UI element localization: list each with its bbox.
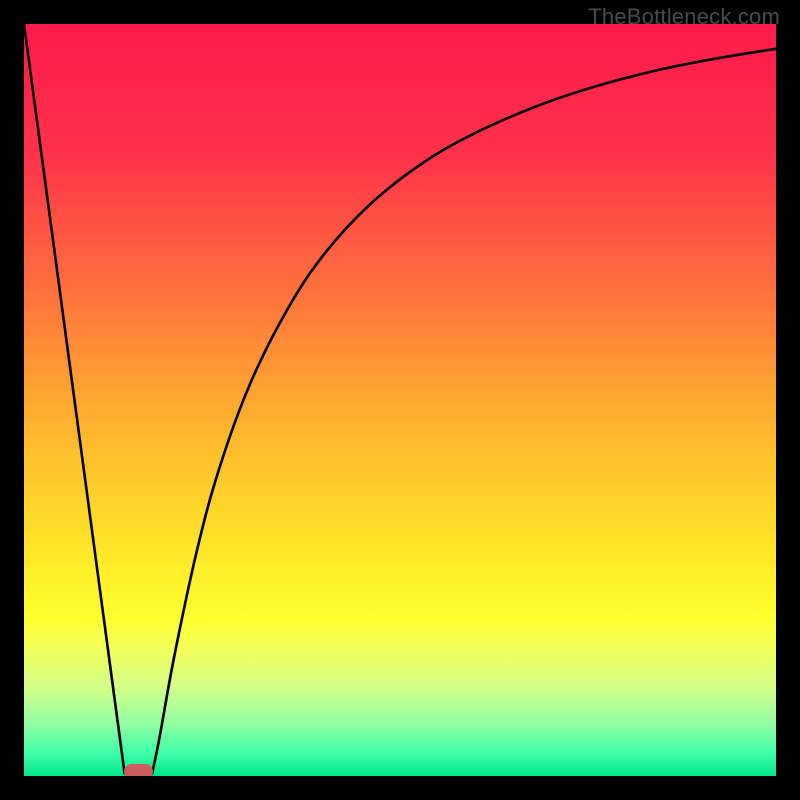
min-marker — [124, 764, 153, 776]
watermark-text: TheBottleneck.com — [588, 4, 780, 30]
plot-area — [24, 24, 776, 776]
curve-right-branch — [152, 49, 776, 775]
curve-layer — [24, 24, 776, 776]
curve-left-branch — [24, 24, 125, 774]
chart-frame: TheBottleneck.com — [0, 0, 800, 800]
